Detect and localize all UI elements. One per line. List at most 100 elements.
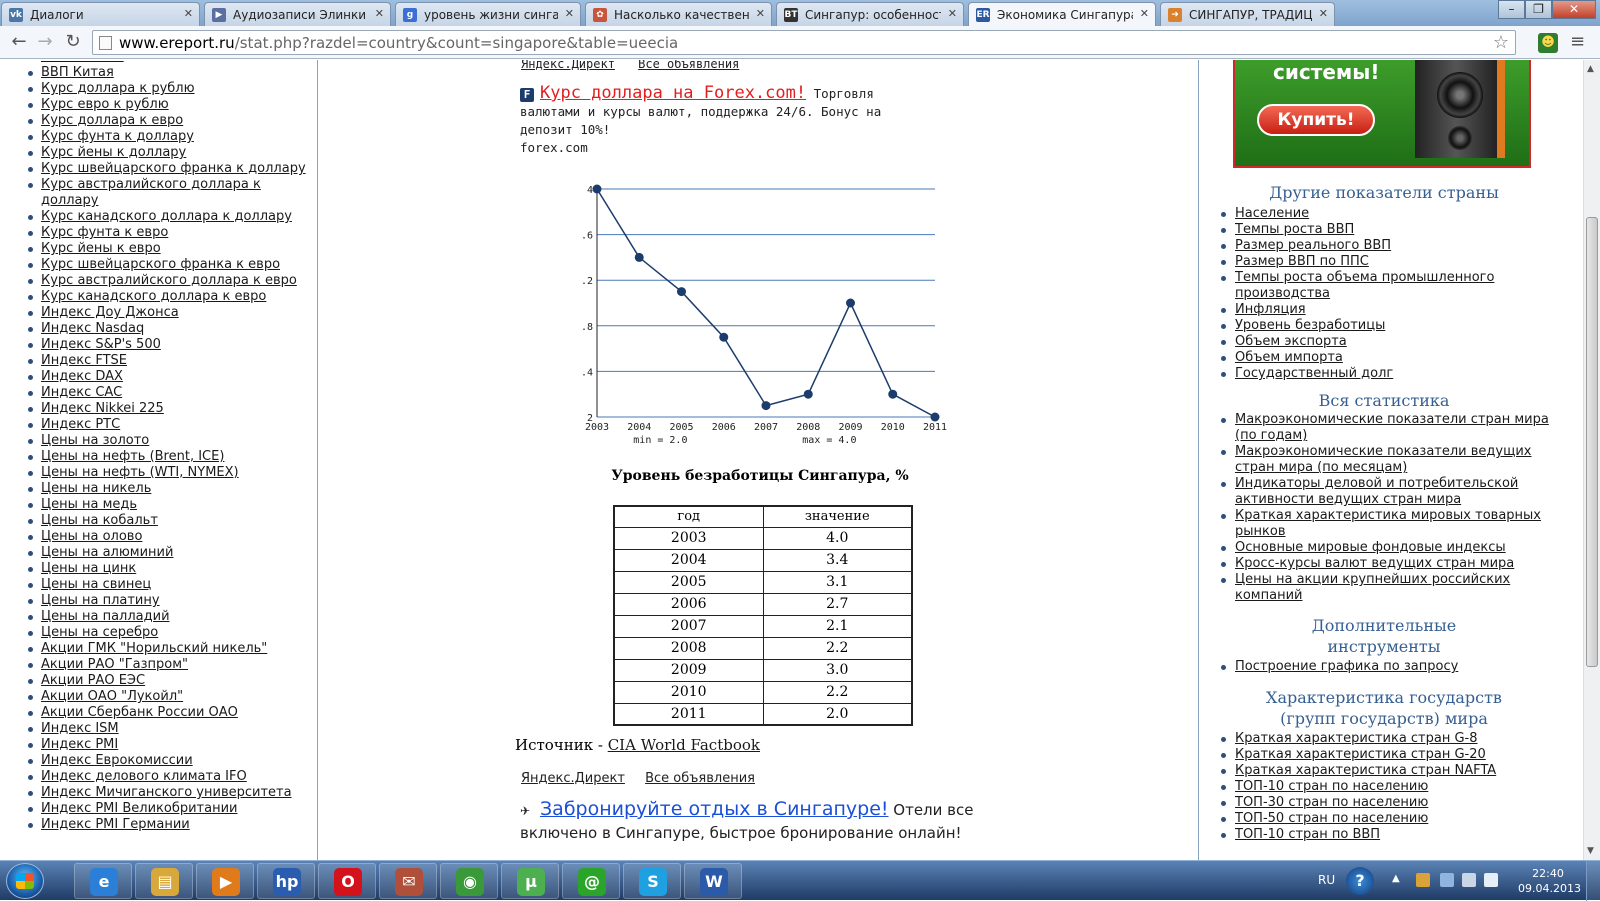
sidebar-link[interactable]: Индекс PMI Германии	[41, 817, 190, 832]
scroll-down-icon[interactable]: ▼	[1587, 846, 1594, 856]
sidebar-link[interactable]: Акции Сбербанк России ОАО	[41, 705, 238, 720]
taskbar-app-internet-explorer[interactable]: e	[74, 863, 132, 899]
yandex-direct-link-2[interactable]: Яндекс.Директ	[521, 771, 625, 786]
section-link[interactable]: Макроэкономические показатели стран мира…	[1235, 412, 1549, 443]
section-link[interactable]: Темпы роста ВВП	[1235, 222, 1354, 237]
section-link[interactable]: Макроэкономические показатели ведущих ст…	[1235, 444, 1532, 475]
sidebar-link[interactable]: Индекс S&P's 500	[41, 337, 161, 352]
section-link[interactable]: Краткая характеристика стран G-8	[1235, 731, 1478, 746]
sidebar-link[interactable]: Цены на никель	[41, 481, 151, 496]
section-link[interactable]: Объем экспорта	[1235, 334, 1347, 349]
browser-tab[interactable]: ER Экономика Сингапура: У ✕	[968, 2, 1156, 27]
taskbar-app-skype[interactable]: S	[623, 863, 681, 899]
sidebar-link[interactable]: Курс евро к рублю	[41, 97, 169, 112]
sidebar-link[interactable]: Цены на палладий	[41, 609, 170, 624]
sidebar-link[interactable]: Индекс PMI	[41, 737, 118, 752]
section-link[interactable]: Размер ВВП по ППС	[1235, 254, 1369, 269]
volume-icon[interactable]	[1484, 873, 1498, 887]
sidebar-link[interactable]: Акции РАО ЕЭС	[41, 673, 145, 688]
sidebar-link[interactable]: Цены на цинк	[41, 561, 136, 576]
sidebar-link[interactable]: Акции ОАО "Лукойл"	[41, 689, 183, 704]
sidebar-link[interactable]: Индекс FTSE	[41, 353, 127, 368]
sidebar-link[interactable]: Цены на олово	[41, 529, 142, 544]
browser-tab[interactable]: BT Сингапур: особенности ж ✕	[776, 2, 964, 26]
sidebar-link[interactable]: Цены на платину	[41, 593, 160, 608]
sidebar-link[interactable]: Индекс DAX	[41, 369, 123, 384]
ad-forex-headline[interactable]: Курс доллара на Forex.com!	[540, 83, 806, 103]
extension-icon[interactable]: ☻	[1538, 33, 1558, 53]
taskbar-app-utorrent[interactable]: µ	[501, 863, 559, 899]
show-desktop-button[interactable]	[1586, 861, 1600, 901]
section-link[interactable]: Темпы роста объема промышленного произво…	[1235, 270, 1494, 301]
tab-close-icon[interactable]: ✕	[1140, 7, 1149, 20]
section-link[interactable]: Краткая характеристика стран NAFTA	[1235, 763, 1496, 778]
sidebar-link[interactable]: Курс йены к евро	[41, 241, 161, 256]
sidebar-link[interactable]: Акции ГМК "Норильский никель"	[41, 641, 267, 656]
taskbar-app-media-player[interactable]: ▶	[196, 863, 254, 899]
browser-tab[interactable]: vk Диалоги ✕	[1, 2, 200, 26]
source-link[interactable]: CIA World Factbook	[608, 736, 760, 754]
sidebar-link[interactable]: Индекс Еврокомиссии	[41, 753, 193, 768]
address-bar[interactable]: www.ereport.ru/stat.php?razdel=country&c…	[92, 30, 1516, 55]
sidebar-link[interactable]: Цены на кобальт	[41, 513, 158, 528]
sidebar-link[interactable]: Цены на нефть (WTI, NYMEX)	[41, 465, 239, 480]
bookmark-star-icon[interactable]: ☆	[1493, 32, 1509, 53]
browser-tab[interactable]: ➜ СИНГАПУР, ТРАДИЦИИ ✕	[1160, 2, 1335, 26]
speaker-ad-banner[interactable]: системы! Купить!	[1233, 60, 1531, 168]
sidebar-link[interactable]: Индекс Nikkei 225	[41, 401, 164, 416]
wrench-menu-icon[interactable]: ≡	[1570, 31, 1585, 52]
sidebar-link[interactable]: Курс доллара к евро	[41, 113, 183, 128]
sidebar-link[interactable]: ВВП Японии	[41, 60, 124, 64]
tab-close-icon[interactable]: ✕	[375, 7, 384, 20]
ad-travel-headline[interactable]: Забронируйте отдых в Сингапуре!	[540, 798, 889, 820]
section-link[interactable]: ТОП-10 стран по населению	[1235, 779, 1428, 794]
section-link[interactable]: Население	[1235, 206, 1309, 221]
section-link[interactable]: Инфляция	[1235, 302, 1306, 317]
section-link[interactable]: ТОП-10 стран по ВВП	[1235, 827, 1380, 842]
tab-close-icon[interactable]: ✕	[1319, 7, 1328, 20]
sidebar-link[interactable]: Цены на нефть (Brent, ICE)	[41, 449, 224, 464]
taskbar-app-word[interactable]: W	[684, 863, 742, 899]
language-indicator[interactable]: RU	[1318, 873, 1335, 887]
browser-tab[interactable]: g уровень жизни сингапура ✕	[395, 2, 581, 26]
section-link[interactable]: Построение графика по запросу	[1235, 659, 1458, 674]
sidebar-link[interactable]: Курс канадского доллара к евро	[41, 289, 266, 304]
section-link[interactable]: Цены на акции крупнейших российских комп…	[1235, 572, 1510, 603]
tab-close-icon[interactable]: ✕	[948, 7, 957, 20]
sidebar-link[interactable]: Индекс Мичиганского университета	[41, 785, 292, 800]
sidebar-link[interactable]: Курс австралийского доллара к евро	[41, 273, 297, 288]
sidebar-link[interactable]: Курс швейцарского франка к доллару	[41, 161, 306, 176]
taskbar-app-explorer[interactable]: ▤	[135, 863, 193, 899]
close-window-button[interactable]: ✕	[1552, 0, 1596, 19]
reload-button[interactable]: ↻	[62, 32, 84, 54]
scroll-up-icon[interactable]: ▲	[1587, 64, 1594, 74]
tray-app-icon[interactable]	[1416, 873, 1430, 887]
tab-close-icon[interactable]: ✕	[184, 7, 193, 20]
clock[interactable]: 22:40 09.04.2013	[1518, 866, 1581, 896]
sidebar-link[interactable]: ВВП Китая	[41, 65, 114, 80]
sidebar-link[interactable]: Цены на золото	[41, 433, 149, 448]
page-scrollbar[interactable]: ▲ ▼	[1583, 60, 1600, 860]
minimize-button[interactable]: –	[1498, 0, 1525, 19]
sidebar-link[interactable]: Цены на серебро	[41, 625, 158, 640]
sidebar-link[interactable]: Индекс ISM	[41, 721, 119, 736]
section-link[interactable]: Объем импорта	[1235, 350, 1343, 365]
tab-close-icon[interactable]: ✕	[565, 7, 574, 20]
browser-tab[interactable]: ▶ Аудиозаписи Элинки Сол ✕	[204, 2, 391, 26]
sidebar-link[interactable]: Курс австралийского доллара к доллару	[41, 177, 261, 208]
taskbar-app-chrome[interactable]: ◉	[440, 863, 498, 899]
taskbar-app-hp[interactable]: hp	[257, 863, 315, 899]
sidebar-link[interactable]: Индекс РТС	[41, 417, 120, 432]
section-link[interactable]: Краткая характеристика стран G-20	[1235, 747, 1486, 762]
sidebar-link[interactable]: Курс швейцарского франка к евро	[41, 257, 280, 272]
taskbar-app-folder-app[interactable]: ✉	[379, 863, 437, 899]
scrollbar-thumb[interactable]	[1586, 217, 1598, 667]
battery-icon[interactable]	[1462, 873, 1476, 887]
sidebar-link[interactable]: Индекс делового климата IFO	[41, 769, 247, 784]
sidebar-link[interactable]: Курс фунта к доллару	[41, 129, 194, 144]
sidebar-link[interactable]: Индекс Nasdaq	[41, 321, 144, 336]
sidebar-link[interactable]: Курс фунта к евро	[41, 225, 168, 240]
section-link[interactable]: ТОП-50 стран по населению	[1235, 811, 1428, 826]
maximize-button[interactable]: ❐	[1525, 0, 1552, 19]
section-link[interactable]: Кросс-курсы валют ведущих стран мира	[1235, 556, 1514, 571]
